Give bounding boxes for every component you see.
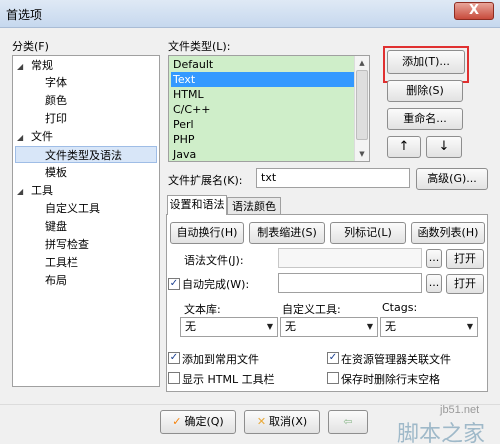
- file-type-item[interactable]: Perl: [171, 117, 354, 132]
- check-icon: ✓: [169, 278, 179, 289]
- text-library-select[interactable]: 无 ▼: [180, 317, 278, 337]
- file-types-label: 文件类型(L):: [168, 40, 231, 53]
- move-down-button[interactable]: ↓: [426, 136, 462, 158]
- chevron-down-icon: ▼: [466, 322, 473, 331]
- syntax-file-open-button[interactable]: 打开: [446, 249, 484, 269]
- tree-item-keyboard[interactable]: 键盘: [45, 218, 67, 235]
- file-type-item[interactable]: Default: [171, 57, 354, 72]
- extension-input[interactable]: txt: [256, 168, 410, 188]
- tree-item-custom-tools[interactable]: 自定义工具: [45, 200, 100, 217]
- tree-item-toolbar[interactable]: 工具栏: [45, 254, 78, 271]
- apply-button[interactable]: ⇦: [328, 410, 368, 434]
- tab-indent-button[interactable]: 制表缩进(S): [249, 222, 325, 244]
- custom-tool-label: 自定义工具:: [282, 303, 341, 316]
- title-bar: 首选项 X: [0, 0, 500, 28]
- function-list-button[interactable]: 函数列表(H): [411, 222, 485, 244]
- category-tree[interactable]: ◢ 常规 字体 颜色 打印 ◢ 文件 文件类型及语法 模板 ◢ 工具 自定义工具…: [12, 55, 160, 387]
- explorer-assoc-label: 在资源管理器关联文件: [341, 353, 451, 366]
- tree-item-spellcheck[interactable]: 拼写检查: [45, 236, 89, 253]
- auto-complete-open-button[interactable]: 打开: [446, 274, 484, 294]
- trim-trailing-spaces-checkbox[interactable]: [327, 372, 339, 384]
- delete-button[interactable]: 删除(S): [387, 80, 463, 102]
- tree-item-file[interactable]: 文件: [31, 128, 53, 145]
- auto-wrap-button[interactable]: 自动换行(H): [170, 222, 244, 244]
- show-html-toolbar-label: 显示 HTML 工具栏: [182, 373, 275, 386]
- category-label: 分类(F): [12, 40, 49, 53]
- tab-syntax-color[interactable]: 语法颜色: [227, 197, 281, 215]
- rename-button[interactable]: 重命名...: [387, 108, 463, 130]
- tree-item-font[interactable]: 字体: [45, 74, 67, 91]
- arrow-down-icon: ↓: [438, 139, 450, 154]
- file-types-scrollbar[interactable]: ▲ ▼: [354, 56, 369, 161]
- auto-complete-checkbox[interactable]: ✓: [168, 278, 180, 290]
- syntax-file-browse-button[interactable]: ...: [426, 249, 442, 268]
- column-mark-button[interactable]: 列标记(L): [330, 222, 406, 244]
- move-up-button[interactable]: ↑: [387, 136, 421, 158]
- arrow-up-icon: ↑: [398, 139, 410, 154]
- file-type-item[interactable]: HTML: [171, 87, 354, 102]
- tab-settings-syntax[interactable]: 设置和语法: [167, 195, 227, 215]
- advanced-button[interactable]: 高级(G)...: [416, 168, 488, 190]
- close-button[interactable]: X: [454, 2, 494, 20]
- auto-complete-input[interactable]: [278, 273, 422, 293]
- text-library-label: 文本库:: [184, 303, 221, 316]
- file-type-item[interactable]: C/C++: [171, 102, 354, 117]
- ctags-label: Ctags:: [382, 301, 418, 314]
- ctags-select[interactable]: 无 ▼: [380, 317, 478, 337]
- scroll-down-icon[interactable]: ▼: [355, 147, 369, 161]
- auto-complete-browse-button[interactable]: ...: [426, 274, 442, 293]
- syntax-file-input[interactable]: [278, 248, 422, 268]
- syntax-file-label: 语法文件(J):: [184, 254, 244, 267]
- expand-triangle-icon[interactable]: ◢: [17, 62, 23, 71]
- close-icon: ✕: [256, 415, 267, 428]
- tree-item-print[interactable]: 打印: [45, 110, 67, 127]
- check-icon: ✓: [328, 352, 338, 363]
- chevron-down-icon: ▼: [266, 322, 273, 331]
- watermark-site: jb51.net: [440, 404, 480, 416]
- add-button[interactable]: 添加(T)...: [387, 50, 465, 74]
- close-icon: X: [468, 3, 480, 18]
- explorer-assoc-checkbox[interactable]: ✓: [327, 352, 339, 364]
- add-recent-files-checkbox[interactable]: ✓: [168, 352, 180, 364]
- expand-triangle-icon[interactable]: ◢: [17, 187, 23, 196]
- window-title: 首选项: [6, 8, 43, 22]
- cancel-button[interactable]: ✕ 取消(X): [244, 410, 320, 434]
- tree-item-general[interactable]: 常规: [31, 57, 53, 74]
- add-recent-files-label: 添加到常用文件: [182, 353, 259, 366]
- file-type-item[interactable]: Java: [171, 147, 354, 162]
- auto-complete-label: 自动完成(W):: [182, 278, 250, 291]
- tree-item-filetype-syntax[interactable]: 文件类型及语法: [15, 146, 157, 163]
- extension-label: 文件扩展名(K):: [168, 174, 243, 187]
- trim-trailing-spaces-label: 保存时删除行末空格: [341, 373, 440, 386]
- check-icon: ✓: [172, 415, 182, 428]
- file-types-list[interactable]: Default Text HTML C/C++ Perl PHP Java ▲ …: [168, 55, 370, 162]
- arrow-left-icon: ⇦: [343, 415, 353, 428]
- tree-item-color[interactable]: 颜色: [45, 92, 67, 109]
- show-html-toolbar-checkbox[interactable]: [168, 372, 180, 384]
- scroll-up-icon[interactable]: ▲: [355, 56, 369, 70]
- tree-item-tools[interactable]: 工具: [31, 182, 53, 199]
- chevron-down-icon: ▼: [366, 322, 373, 331]
- tree-item-template[interactable]: 模板: [45, 164, 67, 181]
- file-type-item[interactable]: Text: [171, 72, 354, 87]
- custom-tool-select[interactable]: 无 ▼: [280, 317, 378, 337]
- ok-button[interactable]: ✓ 确定(Q): [160, 410, 236, 434]
- expand-triangle-icon[interactable]: ◢: [17, 133, 23, 142]
- file-type-item[interactable]: PHP: [171, 132, 354, 147]
- tree-item-layout[interactable]: 布局: [45, 272, 67, 289]
- scroll-thumb[interactable]: [356, 70, 368, 140]
- watermark-brand: 脚本之家: [397, 421, 486, 444]
- check-icon: ✓: [169, 352, 179, 363]
